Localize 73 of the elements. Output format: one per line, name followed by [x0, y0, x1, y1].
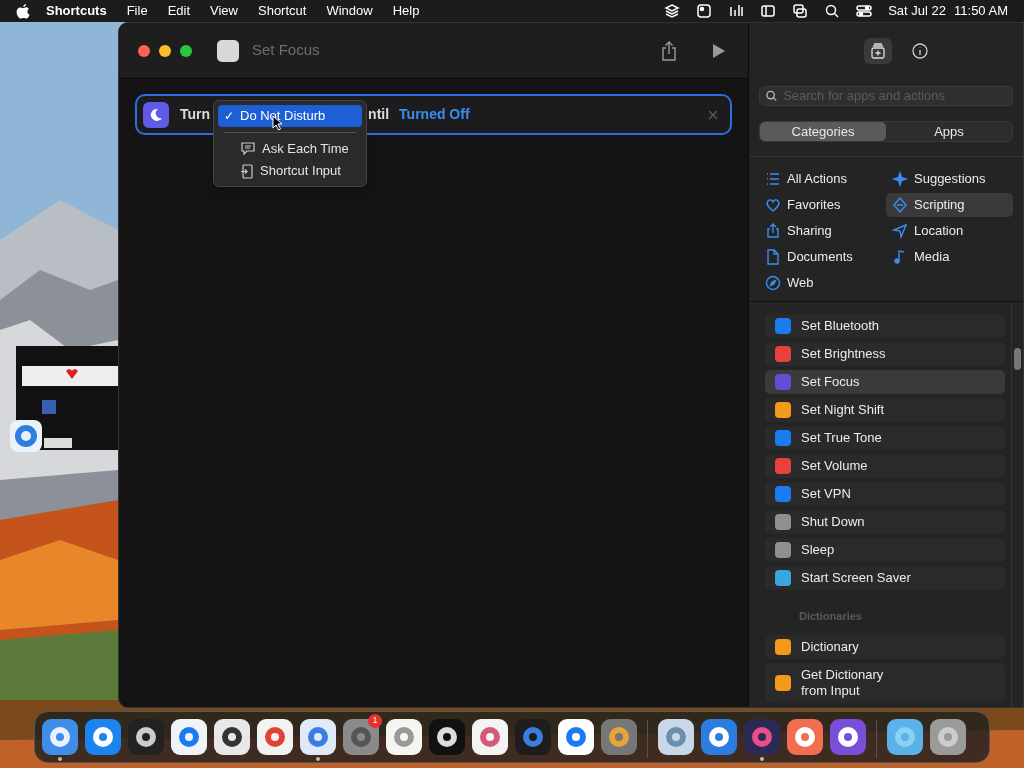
action-item[interactable]: Sleep — [765, 538, 1005, 562]
action-item[interactable]: Set Volume — [765, 454, 1005, 478]
close-button[interactable] — [138, 44, 150, 57]
search-icon[interactable] — [824, 3, 841, 19]
search-icon — [766, 90, 778, 102]
share-icon[interactable] — [661, 40, 677, 61]
layers-icon[interactable] — [664, 3, 681, 19]
category-item[interactable]: Media — [886, 245, 1013, 269]
dock-app-icon[interactable] — [299, 717, 337, 761]
sidebar-icon[interactable] — [760, 3, 777, 19]
menu-item[interactable]: Shortcut — [258, 1, 307, 21]
menu-bar-time[interactable]: 11:50 AM — [954, 1, 1008, 21]
action-item[interactable]: Dictionary — [765, 634, 1005, 659]
list-icon — [765, 171, 781, 187]
library-add-icon — [870, 43, 886, 59]
category-item[interactable]: Suggestions — [886, 167, 1013, 191]
segment-tab[interactable]: Apps — [886, 122, 1012, 141]
category-item[interactable]: Favorites — [759, 193, 886, 217]
compass-icon — [765, 275, 781, 291]
state-parameter[interactable]: Turned Off — [399, 104, 470, 125]
action-text: ntil — [368, 105, 390, 124]
play-icon[interactable] — [712, 42, 726, 59]
action-item[interactable]: Start Screen Saver — [765, 566, 1005, 590]
menu-item[interactable]: Help — [392, 1, 420, 21]
menu-item[interactable]: Edit — [167, 1, 191, 21]
control-center-icon[interactable] — [856, 3, 873, 19]
zoom-button[interactable] — [180, 44, 192, 57]
menu-item[interactable]: View — [210, 1, 238, 21]
document-icon — [765, 249, 781, 265]
menu-option[interactable]: ✓ Do Not Disturb — [218, 105, 362, 127]
moon-icon — [143, 101, 169, 128]
library-button[interactable] — [864, 38, 892, 64]
app-menu[interactable]: Shortcuts — [46, 1, 107, 21]
action-item[interactable]: Get Dictionary from Input — [765, 662, 1005, 703]
scrollbar-thumb[interactable] — [1014, 348, 1021, 370]
info-icon[interactable] — [912, 43, 928, 59]
sparkle-icon — [892, 171, 908, 187]
action-item[interactable]: Set True Tone — [765, 426, 1005, 450]
windows-icon[interactable] — [792, 3, 809, 19]
close-icon[interactable] — [708, 109, 718, 120]
menu-bar-date[interactable]: Sat Jul 22 — [888, 1, 947, 21]
action-item[interactable]: Set Focus — [765, 370, 1005, 394]
speech-bubble-icon — [240, 142, 256, 156]
category-item[interactable]: Web — [759, 271, 886, 295]
location-arrow-icon — [892, 223, 908, 239]
action-item[interactable]: Shut Down — [765, 510, 1005, 534]
check-icon: ✓ — [224, 107, 234, 125]
menu-item[interactable]: Window — [326, 1, 373, 21]
segment-tab[interactable]: Categories — [760, 122, 886, 141]
action-item[interactable]: Set Bluetooth — [765, 314, 1005, 338]
action-text: Turn — [180, 105, 211, 124]
record-icon[interactable] — [696, 3, 713, 19]
input-icon — [240, 163, 254, 179]
menu-option[interactable]: Shortcut Input — [218, 160, 362, 182]
diamond-icon — [892, 197, 908, 213]
menu-option[interactable]: Ask Each Time — [218, 138, 362, 160]
notification-badge: 1 — [368, 713, 382, 728]
share-icon — [765, 223, 781, 239]
heart-icon — [765, 197, 781, 213]
category-item[interactable]: Sharing — [759, 219, 886, 243]
apple-icon[interactable] — [16, 3, 30, 19]
dock-app-icon[interactable] — [41, 717, 79, 761]
app-icon[interactable] — [10, 420, 42, 452]
action-item[interactable]: Set Brightness — [765, 342, 1005, 366]
category-item[interactable]: Scripting — [886, 193, 1013, 217]
category-item[interactable]: Location — [886, 219, 1013, 243]
category-item[interactable]: Documents — [759, 245, 886, 269]
bars-icon[interactable] — [728, 3, 745, 19]
minimize-button[interactable] — [159, 44, 171, 57]
category-item[interactable]: All Actions — [759, 167, 886, 191]
action-item[interactable]: Set VPN — [765, 482, 1005, 506]
menu-item[interactable]: File — [126, 1, 148, 21]
action-item[interactable]: Set Night Shift — [765, 398, 1005, 422]
